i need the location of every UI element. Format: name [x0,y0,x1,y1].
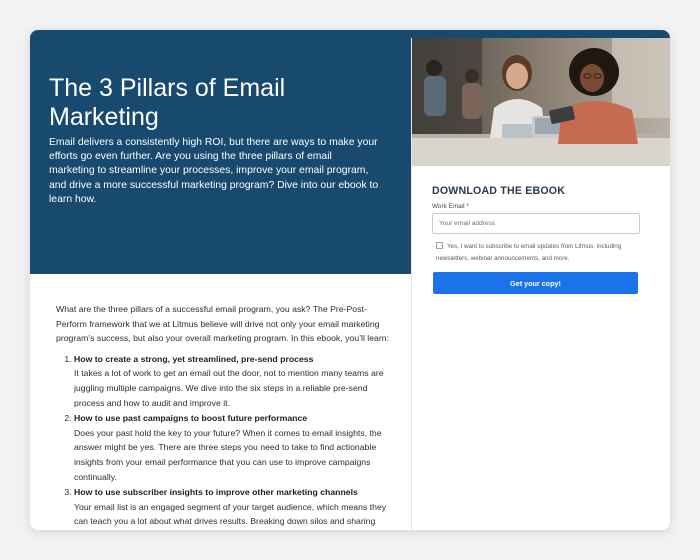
list-item-text: It takes a lot of work to get an email o… [74,368,384,408]
subscribe-checkbox[interactable] [436,242,443,249]
list-item: How to use past campaigns to boost futur… [74,411,396,484]
page-title: The 3 Pillars of Email Marketing [49,74,286,131]
intro-paragraph: What are the three pillars of a successf… [56,304,390,344]
list-item-title: How to create a strong, yet streamlined,… [74,353,314,364]
get-copy-button[interactable]: Get your copy! [433,272,638,294]
office-photo-illustration [412,38,670,166]
list-item: How to create a strong, yet streamlined,… [74,352,396,410]
pillars-list: How to create a strong, yet streamlined,… [56,352,396,530]
email-field-label: Work Email * [432,203,469,210]
list-item: How to use subscriber insights to improv… [74,485,396,530]
download-form-panel: DOWNLOAD THE EBOOK Work Email * Yes, I w… [411,38,670,530]
subscribe-consent: Yes, I want to subscribe to email update… [436,241,636,264]
hero-description: Email delivers a consistently high ROI, … [49,137,379,205]
list-item-text: Does your past hold the key to your futu… [74,427,382,482]
landing-card: The 3 Pillars of Email Marketing Email d… [30,30,670,530]
list-item-text: Your email list is an engaged segment of… [74,501,387,527]
list-item-title: How to use subscriber insights to improv… [74,487,358,498]
email-field[interactable] [432,213,640,234]
subscribe-consent-text: Yes, I want to subscribe to email update… [436,243,622,262]
ebook-description: What are the three pillars of a successf… [56,302,396,530]
list-item-title: How to use past campaigns to boost futur… [74,413,308,424]
form-title: DOWNLOAD THE EBOOK [432,185,566,197]
hero-photo [412,38,670,166]
